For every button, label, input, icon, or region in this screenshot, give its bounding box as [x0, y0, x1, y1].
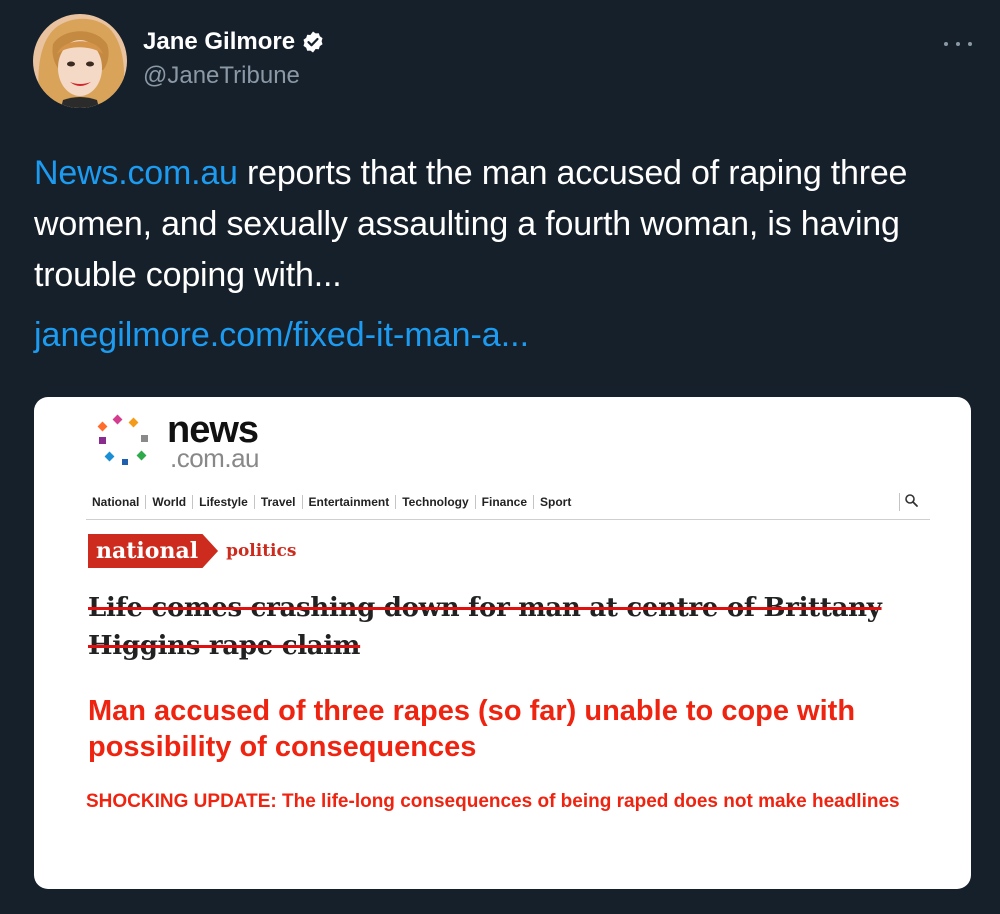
verified-badge-icon: [301, 30, 325, 54]
fixed-headline: Man accused of three rapes (so far) unab…: [88, 695, 856, 763]
news-logo: news .com.au: [94, 405, 334, 471]
dot: [944, 42, 948, 46]
nav-item-sport[interactable]: Sport: [533, 495, 577, 509]
logo-dots-icon: [97, 414, 148, 465]
struck-headline: Life comes crashing down for man at cent…: [88, 593, 882, 661]
media-card[interactable]: news .com.au National World Lifestyle Tr…: [34, 397, 971, 889]
nav-item-entertainment[interactable]: Entertainment: [301, 495, 396, 509]
author-name[interactable]: Jane Gilmore: [143, 28, 325, 56]
dot: [956, 42, 960, 46]
news-nav: National World Lifestyle Travel Entertai…: [86, 493, 930, 520]
nav-item-travel[interactable]: Travel: [253, 495, 302, 509]
tag-national[interactable]: national: [88, 534, 219, 568]
search-icon[interactable]: [899, 493, 922, 511]
more-options-icon[interactable]: [944, 36, 972, 52]
section-tag: national politics: [88, 534, 296, 568]
author-handle[interactable]: @JaneTribune: [143, 62, 300, 90]
news-link[interactable]: News.com.au: [34, 154, 238, 192]
avatar[interactable]: [33, 14, 127, 108]
logo-comau-text: .com.au: [170, 443, 260, 473]
author-name-label: Jane Gilmore: [143, 28, 296, 55]
nav-item-national[interactable]: National: [86, 495, 145, 509]
dot: [968, 42, 972, 46]
nav-item-finance[interactable]: Finance: [474, 495, 533, 509]
article-url-link[interactable]: janegilmore.com/fixed-it-man-a...: [34, 316, 529, 355]
tweet-text: News.com.au reports that the man accused…: [34, 148, 964, 301]
nav-item-world[interactable]: World: [145, 495, 192, 509]
tag-politics[interactable]: politics: [226, 541, 296, 561]
nav-item-technology[interactable]: Technology: [395, 495, 474, 509]
update-text: SHOCKING UPDATE: The life-long consequen…: [86, 791, 900, 812]
nav-item-lifestyle[interactable]: Lifestyle: [192, 495, 254, 509]
